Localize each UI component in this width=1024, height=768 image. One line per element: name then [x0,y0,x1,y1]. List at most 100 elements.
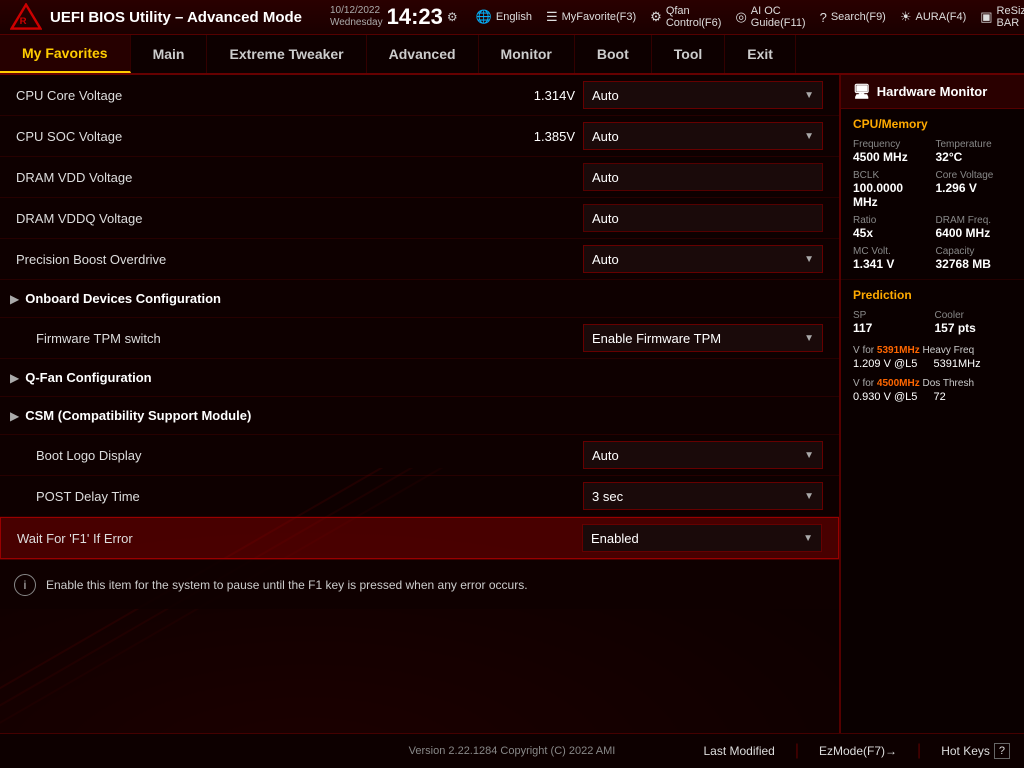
firmware-tpm-row[interactable]: Firmware TPM switch Enable Firmware TPM … [0,318,839,359]
top-nav-resizebar[interactable]: ▣ ReSize BAR [980,5,1024,29]
chevron-down-icon: ▼ [803,533,813,544]
hw-monitor-title: 🖥 Hardware Monitor [841,75,1024,109]
dram-vdd-voltage-label: DRAM VDD Voltage [16,170,583,185]
dram-vddq-voltage-row[interactable]: DRAM VDDQ Voltage Auto [0,198,839,239]
cpu-soc-voltage-dropdown[interactable]: Auto ▼ [583,122,823,150]
boot-logo-display-dropdown[interactable]: Auto ▼ [583,441,823,469]
csm-section[interactable]: ▶ CSM (Compatibility Support Module) [0,397,839,435]
tab-main[interactable]: Main [131,35,208,73]
top-nav-english[interactable]: 🌐 English [476,9,532,25]
cpu-core-voltage-label: CPU Core Voltage [16,88,505,103]
qfan-config-section[interactable]: ▶ Q-Fan Configuration [0,359,839,397]
nav-tabs: My Favorites Main Extreme Tweaker Advanc… [0,35,1024,75]
aura-icon: ☀ [900,9,912,25]
cpu-core-voltage-dropdown[interactable]: Auto ▼ [583,81,823,109]
separator: | [795,742,799,760]
tab-tool[interactable]: Tool [652,35,726,73]
firmware-tpm-label: Firmware TPM switch [36,331,583,346]
cpu-memory-title: CPU/Memory [853,117,1012,131]
top-nav-myfavorite[interactable]: ☰ MyFavorite(F3) [546,9,636,25]
freq2-block: V for 4500MHz Dos Thresh 0.930 V @L5 72 [853,378,1012,403]
csm-label: CSM (Compatibility Support Module) [25,408,823,423]
top-nav-resizebar-label: ReSize BAR [997,5,1024,29]
main-area: CPU Core Voltage 1.314V Auto ▼ CPU SOC V… [0,75,1024,733]
dram-vddq-voltage-label: DRAM VDDQ Voltage [16,211,583,226]
cpu-soc-voltage-row[interactable]: CPU SOC Voltage 1.385V Auto ▼ [0,116,839,157]
top-nav-aioc-label: AI OC Guide(F11) [751,5,806,29]
ratio-item: Ratio 45x [853,215,930,240]
qfan-icon: ⚙ [650,9,662,25]
dram-vdd-voltage-dropdown[interactable]: Auto [583,163,823,191]
svg-text:R: R [20,16,27,27]
content-panel: CPU Core Voltage 1.314V Auto ▼ CPU SOC V… [0,75,839,733]
top-nav-aura[interactable]: ☀ AURA(F4) [900,9,966,25]
hot-keys-button[interactable]: Hot Keys ? [941,743,1010,759]
dram-vdd-voltage-row[interactable]: DRAM VDD Voltage Auto [0,157,839,198]
tab-extreme-tweaker[interactable]: Extreme Tweaker [207,35,366,73]
dram-freq-item: DRAM Freq. 6400 MHz [936,215,1013,240]
settings-list: CPU Core Voltage 1.314V Auto ▼ CPU SOC V… [0,75,839,559]
post-delay-time-dropdown[interactable]: 3 sec ▼ [583,482,823,510]
tab-boot[interactable]: Boot [575,35,652,73]
freq1-block: V for 5391MHz Heavy Freq 1.209 V @L5 539… [853,345,1012,370]
boot-logo-display-label: Boot Logo Display [36,448,583,463]
info-bar: i Enable this item for the system to pau… [0,559,839,609]
top-nav-qfan[interactable]: ⚙ Qfan Control(F6) [650,5,721,29]
cpu-soc-voltage-static: 1.385V [505,129,575,144]
top-nav-english-label: English [496,11,532,23]
tab-advanced[interactable]: Advanced [367,35,479,73]
cpu-memory-section: CPU/Memory Frequency 4500 MHz Temperatur… [841,109,1024,280]
settings-clock-icon[interactable]: ⚙ [447,10,458,24]
precision-boost-overdrive-dropdown[interactable]: Auto ▼ [583,245,823,273]
aioc-icon: ◎ [735,9,746,25]
firmware-tpm-dropdown[interactable]: Enable Firmware TPM ▼ [583,324,823,352]
freq2-val: 72 [934,391,1013,403]
freq2-label: V for 4500MHz Dos Thresh [853,378,1012,389]
prediction-section: Prediction SP 117 Cooler 157 pts V for 5… [841,280,1024,419]
chevron-right-icon: ▶ [10,371,19,385]
globe-icon: 🌐 [476,9,492,25]
frequency-item: Frequency 4500 MHz [853,139,930,164]
onboard-devices-section[interactable]: ▶ Onboard Devices Configuration [0,280,839,318]
tab-my-favorites[interactable]: My Favorites [0,35,131,73]
freq1-val: 5391MHz [934,358,1013,370]
cpu-soc-voltage-label: CPU SOC Voltage [16,129,505,144]
cpu-core-voltage-row[interactable]: CPU Core Voltage 1.314V Auto ▼ [0,75,839,116]
boot-logo-display-row[interactable]: Boot Logo Display Auto ▼ [0,435,839,476]
tab-exit[interactable]: Exit [725,35,796,73]
top-nav-qfan-label: Qfan Control(F6) [666,5,722,29]
chevron-down-icon: ▼ [804,333,814,344]
top-nav-search-label: Search(F9) [831,11,886,23]
top-nav-search[interactable]: ? Search(F9) [820,10,886,25]
cpu-core-voltage-static: 1.314V [505,88,575,103]
bottom-bar: Version 2.22.1284 Copyright (C) 2022 AMI… [0,733,1024,768]
chevron-down-icon: ▼ [804,131,814,142]
dram-vddq-voltage-dropdown[interactable]: Auto [583,204,823,232]
post-delay-time-label: POST Delay Time [36,489,583,504]
logo-area: R UEFI BIOS Utility – Advanced Mode [10,3,302,31]
ez-mode-button[interactable]: EzMode(F7)→ [819,744,897,758]
precision-boost-overdrive-label: Precision Boost Overdrive [16,252,583,267]
temperature-item: Temperature 32°C [936,139,1013,164]
tab-monitor[interactable]: Monitor [479,35,575,73]
bclk-item: BCLK 100.0000 MHz [853,170,930,209]
monitor-icon: 🖥 [853,83,871,100]
time-area: 10/12/2022Wednesday 14:23 ⚙ [330,4,458,30]
wait-for-f1-row[interactable]: Wait For 'F1' If Error Enabled ▼ [0,517,839,559]
mc-volt-item: MC Volt. 1.341 V [853,246,930,271]
precision-boost-overdrive-row[interactable]: Precision Boost Overdrive Auto ▼ [0,239,839,280]
chevron-right-icon: ▶ [10,409,19,423]
wait-for-f1-dropdown[interactable]: Enabled ▼ [582,524,822,552]
search-icon: ? [820,10,827,25]
cpu-memory-grid: Frequency 4500 MHz Temperature 32°C BCLK… [853,139,1012,271]
top-nav: 🌐 English ☰ MyFavorite(F3) ⚙ Qfan Contro… [476,5,1024,29]
post-delay-time-row[interactable]: POST Delay Time 3 sec ▼ [0,476,839,517]
top-nav-aioc[interactable]: ◎ AI OC Guide(F11) [735,5,805,29]
freq1-label: V for 5391MHz Heavy Freq [853,345,1012,356]
chevron-down-icon: ▼ [804,254,814,265]
last-modified-button[interactable]: Last Modified [703,744,774,758]
myfavorite-icon: ☰ [546,9,558,25]
qfan-config-label: Q-Fan Configuration [25,370,823,385]
chevron-right-icon: ▶ [10,292,19,306]
chevron-down-icon: ▼ [804,90,814,101]
